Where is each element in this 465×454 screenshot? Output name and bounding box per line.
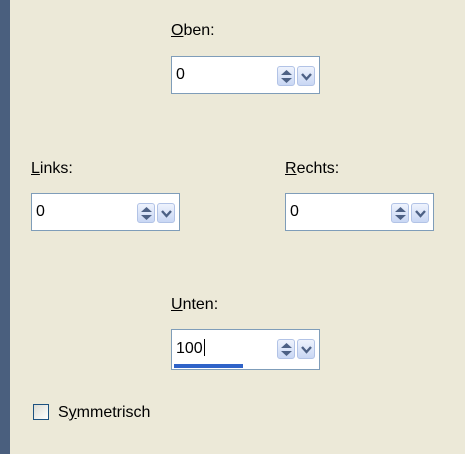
unten-value[interactable]: 100 <box>176 339 205 358</box>
unten-spinbox[interactable]: 100 <box>171 329 320 370</box>
oben-spinbox[interactable]: 0 <box>171 56 320 94</box>
rechts-value[interactable]: 0 <box>290 203 299 221</box>
links-value[interactable]: 0 <box>36 203 45 221</box>
rechts-spinbox[interactable]: 0 <box>285 193 434 231</box>
text-caret <box>203 339 205 356</box>
symmetrisch-checkbox[interactable] <box>33 404 49 420</box>
chevron-down-icon[interactable] <box>157 203 175 223</box>
label-symmetrisch[interactable]: Symmetrisch <box>58 404 150 422</box>
chevron-down-icon[interactable] <box>411 203 429 223</box>
up-down-arrows-icon[interactable] <box>277 66 295 86</box>
unten-progress-bar <box>174 364 243 368</box>
label-links: Links: <box>31 160 73 177</box>
up-down-arrows-icon[interactable] <box>137 203 155 223</box>
label-rechts: Rechts: <box>285 160 340 177</box>
label-oben: Oben: <box>171 22 215 39</box>
oben-value[interactable]: 0 <box>176 66 185 84</box>
up-down-arrows-icon[interactable] <box>391 203 409 223</box>
up-down-arrows-icon[interactable] <box>277 339 295 359</box>
links-spinbox[interactable]: 0 <box>31 193 180 231</box>
chevron-down-icon[interactable] <box>297 339 315 359</box>
chevron-down-icon[interactable] <box>297 66 315 86</box>
label-unten: Unten: <box>171 296 219 313</box>
